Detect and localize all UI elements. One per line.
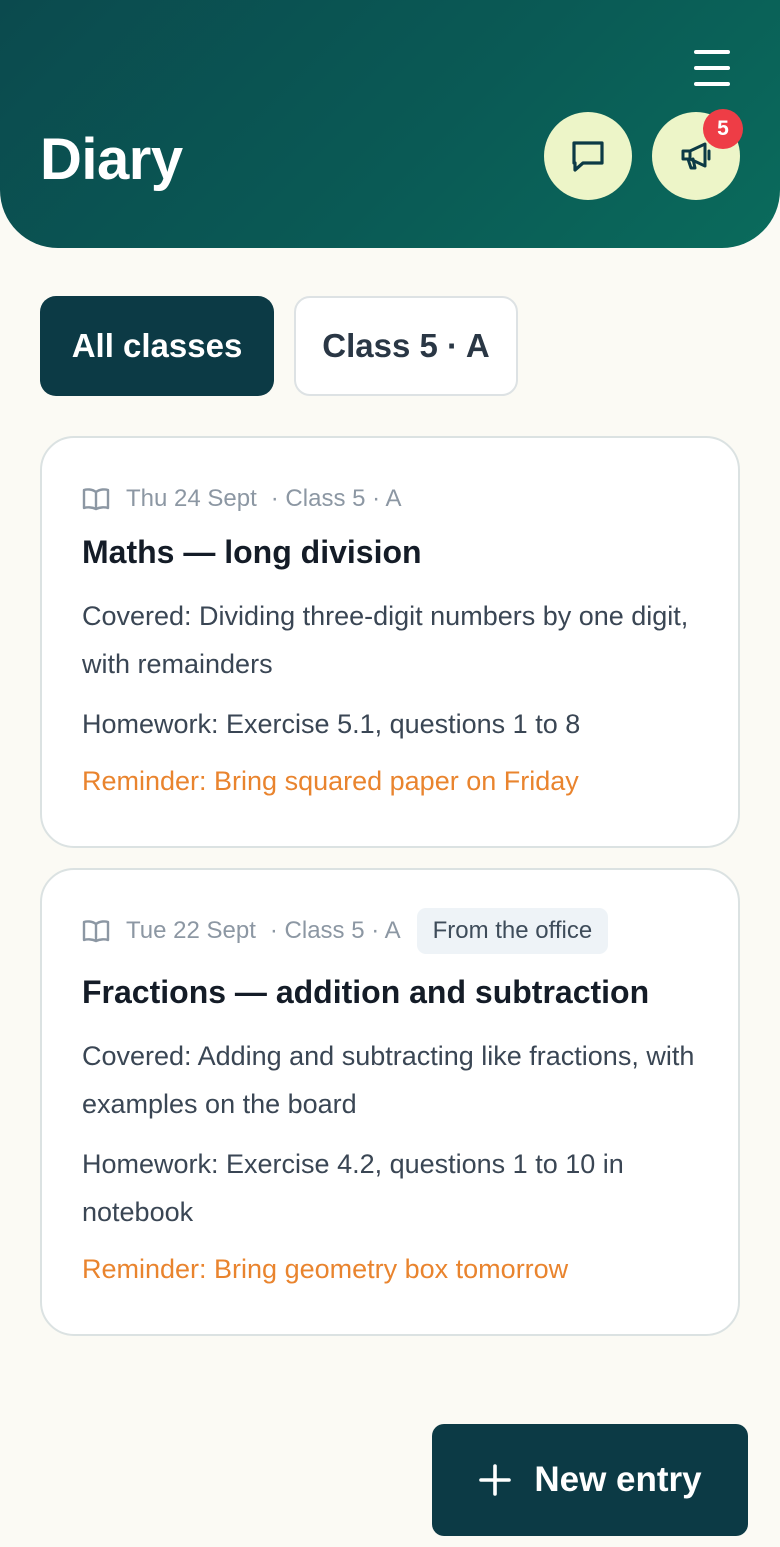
entry-meta: Thu 24 Sept · Class 5 · A (82, 484, 401, 514)
messages-button[interactable] (544, 112, 632, 200)
entry-date: Thu 24 Sept (126, 485, 257, 512)
entry-date: Tue 22 Sept (126, 917, 256, 944)
entry-covered: Covered: Dividing three-digit numbers by… (82, 601, 689, 679)
filter-class-5a[interactable]: Class 5 · A (294, 296, 518, 396)
entry-title: Maths — long division (82, 534, 422, 570)
entry-homework: Homework: Exercise 4.2, questions 1 to 1… (82, 1149, 624, 1227)
source-tag: From the office (416, 908, 609, 954)
filter-all-classes[interactable]: All classes (40, 296, 274, 396)
entry-reminder: Reminder: Bring geometry box tomorrow (82, 1254, 569, 1284)
menu-icon[interactable] (688, 46, 736, 90)
new-entry-label: New entry (534, 1460, 702, 1499)
entry-meta: Tue 22 Sept · Class 5 · A From the offic… (82, 908, 609, 954)
diary-entry-card[interactable]: Thu 24 Sept · Class 5 · A Maths — long d… (40, 436, 740, 848)
chat-bubble-icon (572, 141, 604, 172)
page-title: Diary (40, 127, 183, 192)
diary-entry-card[interactable]: Tue 22 Sept · Class 5 · A From the offic… (40, 868, 740, 1336)
notification-badge: 5 (703, 109, 743, 149)
open-book-icon (82, 487, 110, 511)
entry-covered: Covered: Adding and subtracting like fra… (82, 1041, 695, 1119)
new-entry-button[interactable]: New entry (432, 1424, 748, 1536)
entry-reminder: Reminder: Bring squared paper on Friday (82, 766, 579, 796)
megaphone-icon (681, 142, 711, 170)
plus-icon (478, 1463, 512, 1497)
entry-class: · Class 5 · A (269, 917, 401, 944)
app-header: Diary 5 (0, 0, 780, 248)
open-book-icon (82, 919, 110, 943)
entry-homework: Homework: Exercise 5.1, questions 1 to 8 (82, 709, 581, 739)
entry-class: · Class 5 · A (270, 485, 402, 512)
entry-title: Fractions — addition and subtraction (82, 974, 650, 1010)
